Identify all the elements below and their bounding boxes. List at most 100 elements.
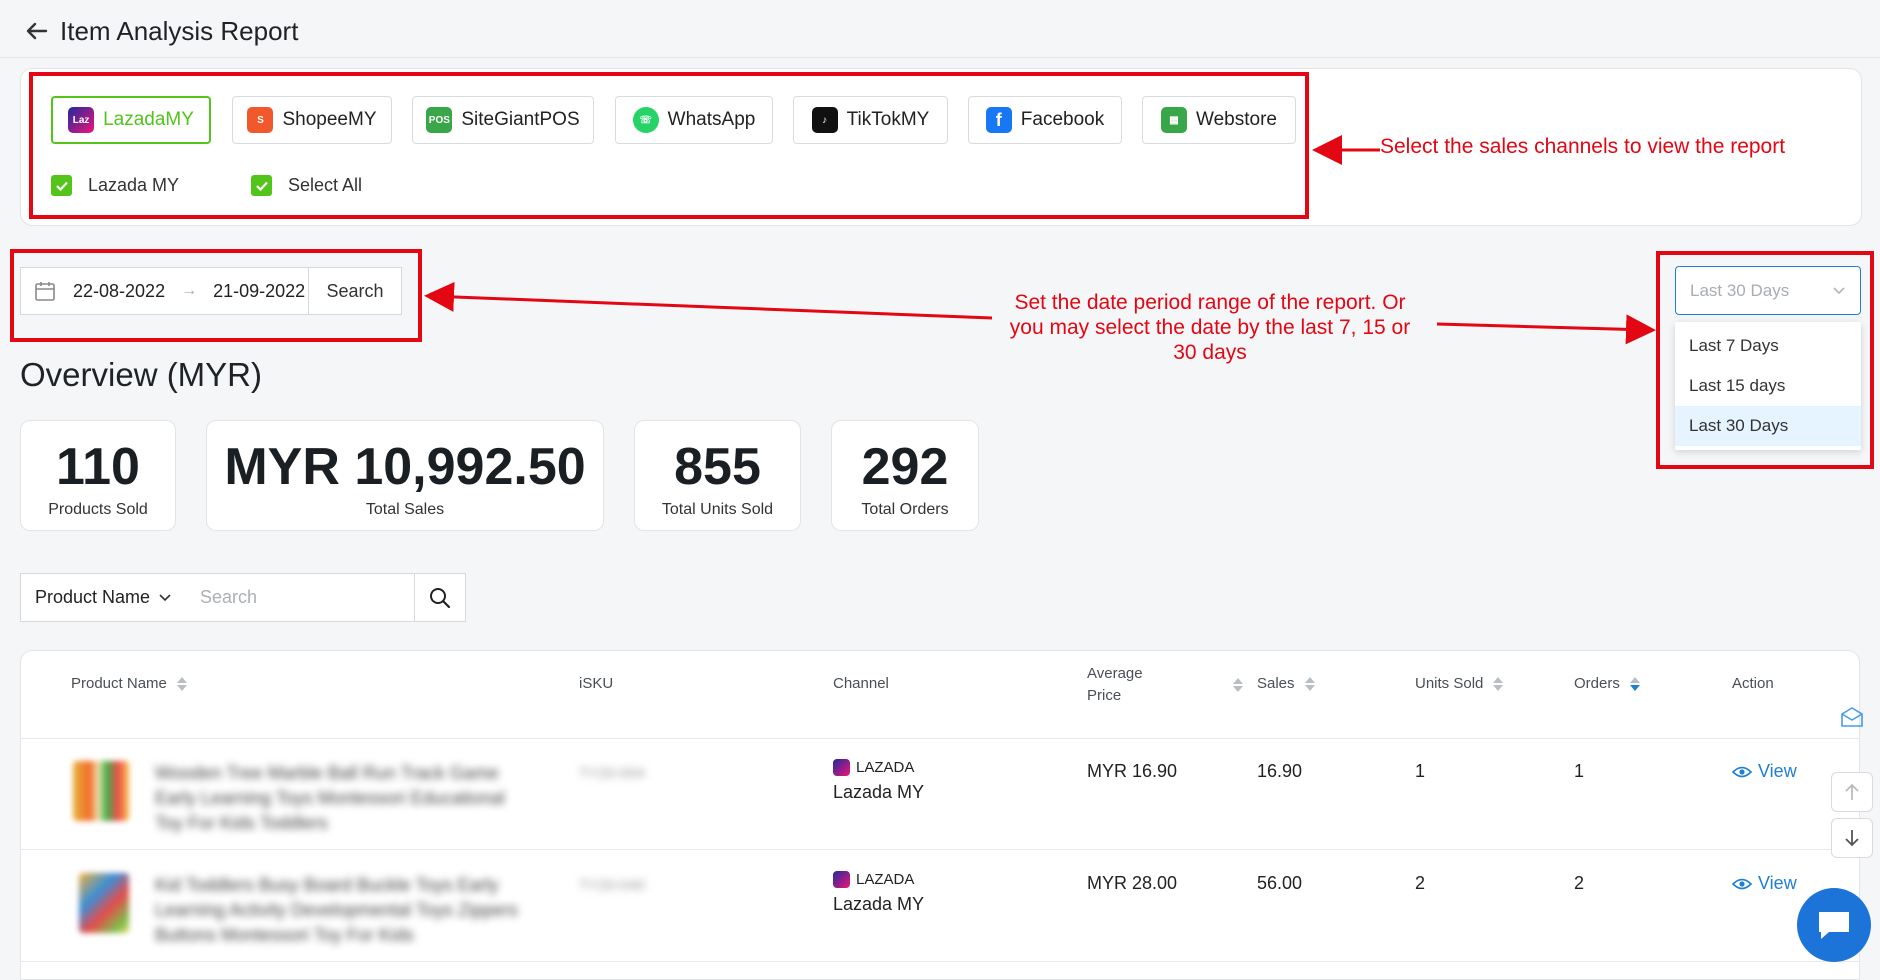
sort-icon[interactable] [176, 676, 187, 691]
column-header-product-name[interactable]: Product Name [71, 675, 187, 692]
column-header-action: Action [1732, 675, 1774, 692]
overview-title: Overview (MYR) [20, 356, 263, 393]
product-search-input[interactable] [198, 574, 402, 621]
product-channel: LAZADA Lazada MY [833, 759, 924, 803]
back-arrow-icon[interactable] [20, 14, 54, 48]
stat-value: 110 [56, 438, 140, 496]
stat-label: Total Sales [365, 501, 445, 518]
column-header-label: Average [1087, 665, 1143, 682]
stat-card-total-orders: 292 Total Orders [831, 420, 979, 531]
scroll-bottom-button[interactable] [1831, 818, 1873, 858]
orders-value: 1 [1574, 761, 1585, 781]
period-option-last-15[interactable]: Last 15 days [1675, 366, 1861, 406]
stat-label: Total Units Sold [661, 501, 774, 518]
view-link[interactable]: View [1732, 873, 1797, 894]
column-header-label: Product Name [71, 675, 167, 692]
item-analysis-table: Product Name iSKU Channel Average Price … [20, 650, 1860, 980]
period-option-last-7[interactable]: Last 7 Days [1675, 326, 1861, 366]
eye-icon [1732, 766, 1752, 777]
chevron-down-icon [159, 593, 171, 601]
product-name[interactable]: Wooden Tree Marble Ball Run Track Game E… [155, 761, 505, 836]
message-button[interactable] [1831, 697, 1873, 737]
date-range-picker[interactable]: 22-08-2022 → 21-09-2022 Search [20, 267, 402, 315]
row-divider [21, 961, 1859, 962]
calendar-icon [35, 282, 55, 301]
filter-field-label: Product Name [35, 587, 151, 607]
search-icon [430, 587, 451, 608]
product-thumbnail [79, 873, 129, 933]
product-search-button[interactable] [414, 573, 466, 622]
envelope-icon [1841, 707, 1863, 727]
orders-value: 2 [1574, 873, 1585, 893]
period-dropdown-menu: Last 7 Days Last 15 days Last 30 Days [1675, 322, 1861, 450]
product-channel: LAZADA Lazada MY [833, 871, 924, 915]
column-header-label: Units Sold [1415, 675, 1484, 692]
arrow-right-icon: → [181, 282, 198, 299]
stat-value: 292 [861, 438, 949, 496]
column-header-label: Price [1087, 687, 1122, 704]
units-sold-value: 1 [1415, 761, 1426, 781]
row-divider [21, 849, 1859, 850]
channel-code: LAZADA [856, 759, 915, 776]
product-isku: TY20-040 [579, 877, 645, 894]
column-header-isku: iSKU [579, 675, 613, 692]
annotation-date-text: Set the date period range of the report.… [1009, 291, 1411, 364]
column-header-label: Action [1732, 675, 1774, 692]
chat-support-button[interactable] [1797, 888, 1871, 962]
arrow-up-icon [1845, 783, 1859, 800]
sort-icon[interactable] [1232, 678, 1243, 692]
column-header-units-sold[interactable]: Units Sold [1415, 675, 1504, 692]
stat-value: 855 [674, 438, 761, 496]
sales-value: 16.90 [1257, 761, 1303, 781]
average-price: MYR 28.00 [1087, 873, 1178, 893]
column-header-channel: Channel [833, 675, 889, 692]
stat-card-products-sold: 110 Products Sold [20, 420, 176, 531]
column-header-sales[interactable]: Sales [1257, 675, 1315, 692]
column-header-orders[interactable]: Orders [1574, 675, 1640, 692]
stat-card-total-units-sold: 855 Total Units Sold [634, 420, 801, 531]
channel-code: LAZADA [856, 871, 915, 888]
column-header-label: Channel [833, 675, 889, 692]
product-name[interactable]: Kid Toddlers Busy Board Buckle Toys Earl… [155, 873, 518, 948]
stat-value: MYR 10,992.50 [224, 438, 586, 496]
period-option-last-30[interactable]: Last 30 Days [1675, 406, 1861, 446]
product-thumbnail [73, 761, 129, 821]
view-label: View [1758, 761, 1797, 781]
header-divider [0, 57, 1880, 58]
column-header-label: Sales [1257, 675, 1295, 692]
filter-search-wrapper [184, 573, 415, 622]
column-header-label: iSKU [579, 675, 614, 692]
scroll-top-button[interactable] [1831, 772, 1873, 812]
stat-label: Products Sold [48, 501, 148, 518]
stat-card-total-sales: MYR 10,992.50 Total Sales [206, 420, 604, 531]
start-date[interactable]: 22-08-2022 [73, 281, 165, 302]
filter-field-select[interactable]: Product Name [20, 573, 185, 622]
channel-name: Lazada MY [833, 894, 925, 914]
lazada-icon [833, 759, 850, 776]
date-search-button[interactable]: Search [308, 268, 401, 314]
annotation-box-channels [29, 72, 1309, 219]
sort-icon[interactable] [1493, 676, 1504, 691]
eye-icon [1732, 878, 1752, 889]
annotation-channels-text: Select the sales channels to view the re… [1380, 135, 1786, 158]
end-date[interactable]: 21-09-2022 [213, 281, 305, 302]
stat-label: Total Orders [861, 501, 949, 518]
period-select[interactable]: Last 30 Days [1675, 266, 1861, 315]
product-isku: TY20-004 [579, 765, 645, 782]
sort-icon[interactable] [1629, 676, 1640, 691]
chat-icon [1819, 912, 1849, 939]
sales-value: 56.00 [1257, 873, 1303, 893]
chevron-down-icon [1833, 286, 1845, 294]
channel-name: Lazada MY [833, 782, 925, 802]
units-sold-value: 2 [1415, 873, 1426, 893]
column-header-average-price[interactable]: Average Price [1087, 663, 1243, 707]
lazada-icon [833, 871, 850, 888]
page-title: Item Analysis Report [60, 16, 299, 46]
row-divider [21, 738, 1859, 739]
view-label: View [1758, 873, 1797, 893]
column-header-label: Orders [1574, 675, 1620, 692]
sort-icon[interactable] [1304, 676, 1315, 691]
view-link[interactable]: View [1732, 761, 1797, 782]
average-price: MYR 16.90 [1087, 761, 1178, 781]
arrow-down-icon [1845, 830, 1859, 847]
